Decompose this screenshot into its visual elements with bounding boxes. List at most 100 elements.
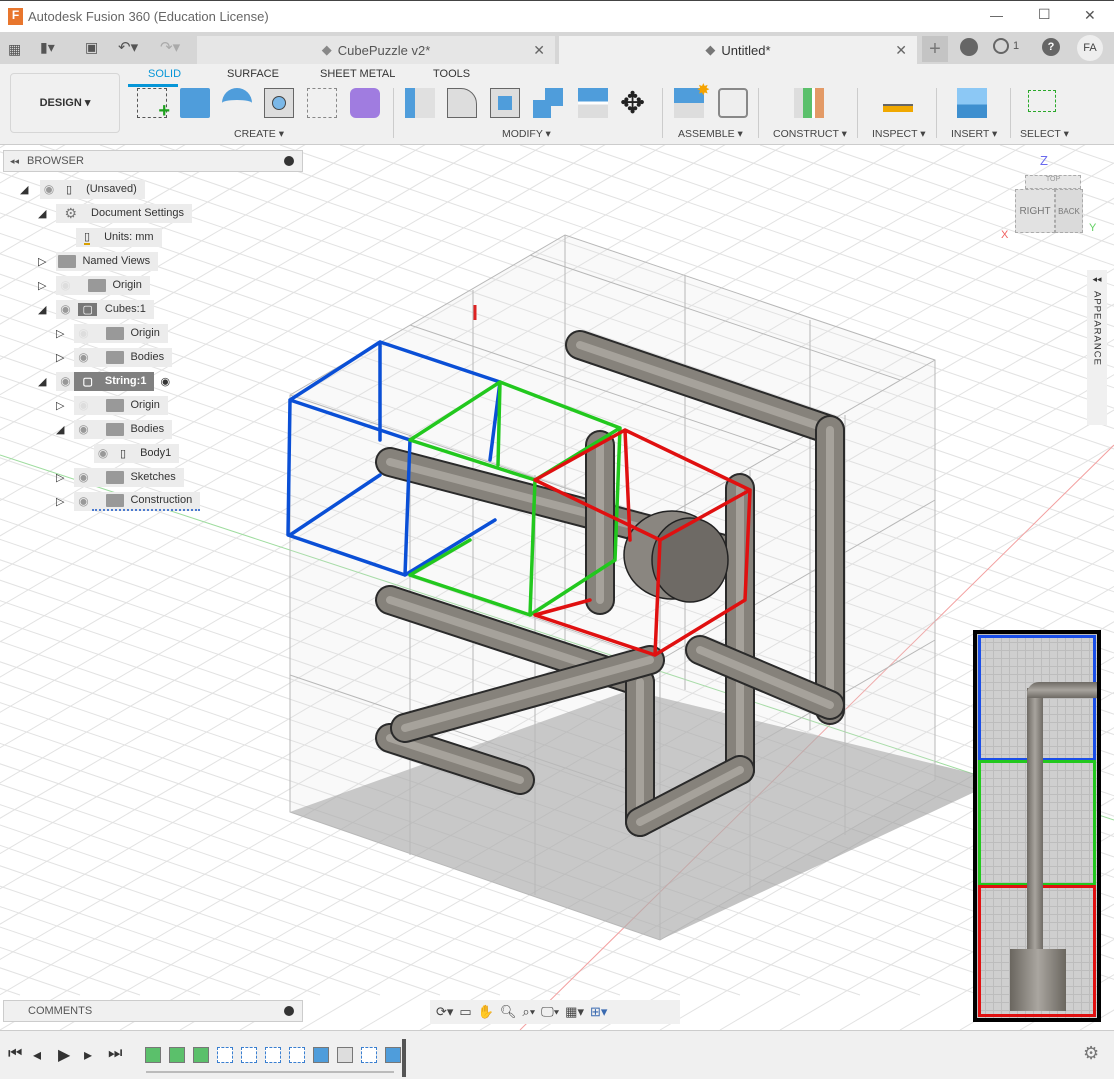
grid-settings-icon[interactable]: ▦▾ [565, 1004, 584, 1020]
view-cube-face-top[interactable]: TOP [1025, 175, 1081, 189]
expanded-icon[interactable]: ◢ [56, 423, 64, 436]
collapsed-icon[interactable]: ▷ [56, 327, 64, 340]
collapsed-icon[interactable]: ▷ [56, 495, 64, 508]
tab-solid[interactable]: SOLID [148, 68, 181, 80]
inspect-menu[interactable]: INSPECT ▾ [872, 128, 926, 140]
create-menu[interactable]: CREATE ▾ [234, 128, 284, 140]
tree-item-sketches[interactable]: ▷ ◉ Sketches [56, 467, 184, 487]
close-tab-icon[interactable]: ✕ [895, 42, 907, 59]
sketch-icon[interactable] [289, 1047, 305, 1063]
construct-plane-icon[interactable] [169, 1047, 185, 1063]
select-window-icon[interactable] [1028, 90, 1056, 112]
file-menu-icon[interactable]: ▮▾ [40, 39, 55, 56]
tab-untitled[interactable]: ◆ Untitled* ✕ [559, 36, 917, 64]
tree-item-origin[interactable]: ▷ ◉ Origin [56, 323, 168, 343]
combine-icon[interactable] [533, 88, 563, 118]
shell-icon[interactable] [490, 88, 520, 118]
insert-image-icon[interactable] [957, 88, 987, 118]
timeline-settings-icon[interactable]: ⚙ [1083, 1043, 1099, 1064]
construct-plane-icon[interactable] [193, 1047, 209, 1063]
expanded-icon[interactable]: ◢ [38, 375, 46, 388]
construct-plane-icon[interactable] [145, 1047, 161, 1063]
step-forward-icon[interactable]: ▸ [84, 1045, 92, 1065]
assemble-menu[interactable]: ASSEMBLE ▾ [678, 128, 743, 140]
eye-icon[interactable]: ◉ [74, 467, 93, 487]
tree-item-origin[interactable]: ▷ ◉ Origin [38, 275, 150, 295]
minimize-panel-icon[interactable] [284, 156, 294, 166]
tab-tools[interactable]: TOOLS [433, 68, 470, 80]
sketch-icon[interactable] [217, 1047, 233, 1063]
go-to-end-icon[interactable]: ⏭ [108, 1045, 122, 1063]
timeline-marker[interactable] [402, 1039, 406, 1077]
look-at-icon[interactable]: ▭ [459, 1004, 471, 1020]
select-menu[interactable]: SELECT ▾ [1020, 128, 1069, 140]
eye-icon[interactable]: ◉ [74, 419, 93, 439]
insert-menu[interactable]: INSERT ▾ [951, 128, 997, 140]
eye-icon[interactable]: ◉ [74, 347, 93, 367]
tree-item-origin[interactable]: ▷ ◉ Origin [56, 395, 168, 415]
browser-panel-header[interactable]: ◂◂ BROWSER [3, 150, 303, 172]
modify-menu[interactable]: MODIFY ▾ [502, 128, 551, 140]
help-icon[interactable]: ? [1042, 38, 1060, 56]
eye-icon[interactable]: ◉ [94, 443, 112, 463]
sweep-icon[interactable] [313, 1047, 329, 1063]
eye-icon[interactable]: ◉ [74, 491, 93, 511]
3d-canvas[interactable]: Z TOP RIGHT BACK X Y ◂◂ APPEARANCE [0, 145, 1114, 1030]
go-to-start-icon[interactable]: ⏮ [8, 1045, 22, 1063]
move-icon[interactable]: ✥ [620, 86, 645, 121]
sketch-icon[interactable] [265, 1047, 281, 1063]
eye-icon[interactable]: ◉ [40, 179, 58, 199]
step-back-icon[interactable]: ◂ [33, 1045, 41, 1065]
collapsed-icon[interactable]: ▷ [56, 351, 64, 364]
collapsed-icon[interactable]: ▷ [56, 471, 64, 484]
split-body-icon[interactable] [578, 88, 608, 118]
tree-item-construction[interactable]: ▷ ◉ Construction [56, 491, 201, 511]
extrude-icon[interactable] [180, 88, 210, 118]
tree-item-units[interactable]: ▯ Units: mm [76, 227, 162, 247]
job-status-icon[interactable] [993, 38, 1009, 54]
save-icon[interactable]: ▣ [85, 39, 98, 56]
tree-item-string[interactable]: ◢ ◉ ▢ String:1 ◉ [38, 371, 170, 391]
measure-icon[interactable] [883, 104, 913, 112]
zoom-icon[interactable]: 🔍︎ [500, 1004, 517, 1020]
add-comment-icon[interactable] [284, 1006, 294, 1016]
apps-grid-icon[interactable]: ▦ [8, 41, 21, 58]
display-settings-icon[interactable]: 🖵▾ [541, 1004, 559, 1020]
activate-radio-icon[interactable]: ◉ [160, 375, 170, 388]
fit-icon[interactable]: ⌕▾ [522, 1004, 535, 1020]
close-tab-icon[interactable]: ✕ [533, 42, 545, 59]
close-window-button[interactable]: ✕ [1084, 7, 1096, 24]
tree-item-root[interactable]: ◢ ◉ ▯ (Unsaved) [20, 179, 145, 199]
viewports-icon[interactable]: ⊞▾ [590, 1004, 607, 1020]
tab-cubepuzzle[interactable]: ◆ CubePuzzle v2* ✕ [197, 36, 555, 64]
collapse-icon[interactable]: ◂◂ [10, 156, 19, 167]
redo-icon[interactable]: ↷▾ [160, 38, 180, 56]
workspace-switcher[interactable]: DESIGN ▾ [10, 73, 120, 133]
sketch-icon[interactable] [361, 1047, 377, 1063]
expanded-icon[interactable]: ◢ [38, 303, 46, 316]
eye-icon[interactable]: ◉ [56, 299, 75, 319]
orbit-icon[interactable]: ⟳▾ [436, 1004, 453, 1020]
minimize-button[interactable]: — [990, 8, 1003, 23]
user-avatar[interactable]: FA [1077, 35, 1103, 61]
fillet-icon[interactable] [337, 1047, 353, 1063]
create-form-icon[interactable] [350, 88, 380, 118]
press-pull-icon[interactable] [405, 88, 435, 118]
collapsed-icon[interactable]: ▷ [38, 279, 46, 292]
undo-icon[interactable]: ↶▾ [118, 38, 138, 56]
expanded-icon[interactable]: ◢ [38, 207, 46, 220]
create-sketch-icon[interactable]: + [137, 88, 170, 122]
collapsed-icon[interactable]: ▷ [56, 399, 64, 412]
new-tab-button[interactable]: + [922, 36, 948, 62]
pattern-icon[interactable] [307, 88, 337, 118]
maximize-button[interactable]: ☐ [1038, 6, 1051, 23]
fillet-icon[interactable] [447, 88, 477, 118]
construct-menu[interactable]: CONSTRUCT ▾ [773, 128, 847, 140]
eye-hidden-icon[interactable]: ◉ [74, 395, 93, 415]
extrude-icon[interactable] [385, 1047, 401, 1063]
eye-hidden-icon[interactable]: ◉ [74, 323, 93, 343]
eye-icon[interactable]: ◉ [56, 371, 75, 391]
tree-item-document-settings[interactable]: ◢ ⚙ Document Settings [38, 203, 192, 223]
tree-item-bodies[interactable]: ▷ ◉ Bodies [56, 347, 173, 367]
new-component-icon[interactable]: ✸ [674, 82, 710, 118]
